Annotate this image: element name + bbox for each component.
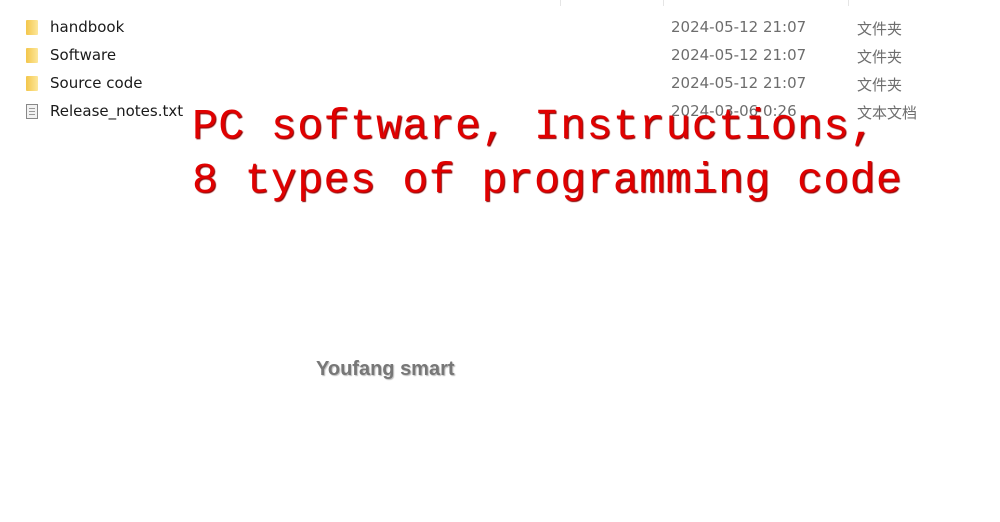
column-divider[interactable]: [560, 0, 561, 6]
file-type: 文件夹: [857, 20, 903, 38]
folder-icon: [26, 48, 38, 63]
file-name: Software: [50, 46, 117, 64]
column-divider[interactable]: [663, 0, 664, 6]
folder-icon: [26, 20, 38, 35]
overlay-text-line2: 8 types of programming code: [192, 156, 903, 205]
folder-icon: [26, 76, 38, 91]
file-type: 文件夹: [857, 76, 903, 94]
file-row-source-code[interactable]: Source code 2024-05-12 21:07 文件夹: [0, 70, 1000, 98]
file-name: handbook: [50, 18, 125, 36]
file-row-software[interactable]: Software 2024-05-12 21:07 文件夹: [0, 42, 1000, 70]
column-divider[interactable]: [848, 0, 849, 6]
file-date: 2024-05-12 21:07: [671, 18, 807, 36]
file-name: Release_notes.txt: [50, 102, 184, 120]
file-row-handbook[interactable]: handbook 2024-05-12 21:07 文件夹: [0, 14, 1000, 42]
file-type: 文件夹: [857, 48, 903, 66]
watermark-text: Youfang smart: [316, 358, 455, 380]
file-date: 2024-05-12 21:07: [671, 46, 807, 64]
file-name: Source code: [50, 74, 143, 92]
text-file-icon: [26, 104, 38, 119]
overlay-text-line1: PC software, Instructions,: [192, 102, 876, 151]
file-date: 2024-05-12 21:07: [671, 74, 807, 92]
